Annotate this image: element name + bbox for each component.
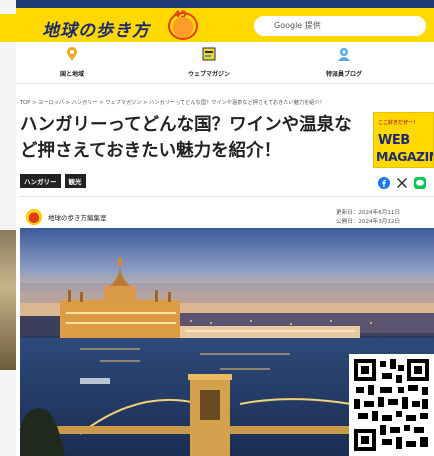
reporter-icon [338,48,350,61]
published-date: 公開日：2024年3月12日 [336,219,401,225]
background-header [0,14,16,42]
page-title: ハンガリーってどんな国？ワインや温泉など押さえておきたい魅力を紹介！ [20,115,352,161]
web-magazine-banner[interactable]: ここ好きだぜー！ WEB MAGAZINE [373,112,434,168]
author-info[interactable]: 地球の歩き方編集室 [26,209,107,225]
pin-icon [67,47,77,61]
nav-item-web-magazine[interactable]: ウェブマガジン [188,46,230,78]
tag-sightseeing[interactable]: 観光 [64,174,86,188]
qr-code-pattern [352,357,431,453]
banner-line2: MAGAZINE [376,149,433,164]
nav-label: ウェブマガジン [188,71,231,78]
banner-line1: WEB [378,133,410,148]
nav-item-countries[interactable]: 国と地域 [60,46,84,78]
anniversary-number: 45 [174,10,187,20]
article-dates: 更新日：2024年6月11日 公開日：2024年3月12日 [336,209,434,227]
site-header: 地球の歩き方 45 Google 提供 [16,6,434,42]
x-icon[interactable] [396,177,408,189]
line-icon[interactable] [414,177,426,189]
site-logo[interactable]: 地球の歩き方 [42,16,150,41]
background-photo [0,230,16,370]
search-provider-label: Google 提供 [274,21,321,30]
facebook-icon[interactable] [378,177,390,189]
updated-date: 更新日：2024年6月11日 [336,210,401,216]
magazine-icon [202,47,216,61]
tag-hungary[interactable]: ハンガリー [20,174,61,188]
nav-label: 国と地域 [60,71,85,78]
avatar [26,209,42,225]
banner-tagline: ここ好きだぜー！ [378,120,419,126]
background-window [0,0,16,456]
divider [20,196,434,197]
author-name: 地球の歩き方編集室 [48,214,107,222]
anniversary-badge: 45 [168,10,198,40]
main-nav: 国と地域 ウェブマガジン 特派員ブログ [16,42,434,84]
search-input[interactable]: Google 提供 [254,16,426,36]
article-page: 地球の歩き方 45 Google 提供 国と地域 ウェブマガジン 特派員ブログ … [16,6,434,456]
qr-code [349,354,434,456]
tag-list: ハンガリー 観光 [20,174,86,188]
share-buttons [378,177,426,189]
breadcrumb[interactable]: TOP > ヨーロッパ > ハンガリー > ウェブマガジン > ハンガリーってど… [20,99,432,106]
nav-item-reporter-blog[interactable]: 特派員ブログ [326,46,362,78]
nav-label: 特派員ブログ [326,71,363,78]
